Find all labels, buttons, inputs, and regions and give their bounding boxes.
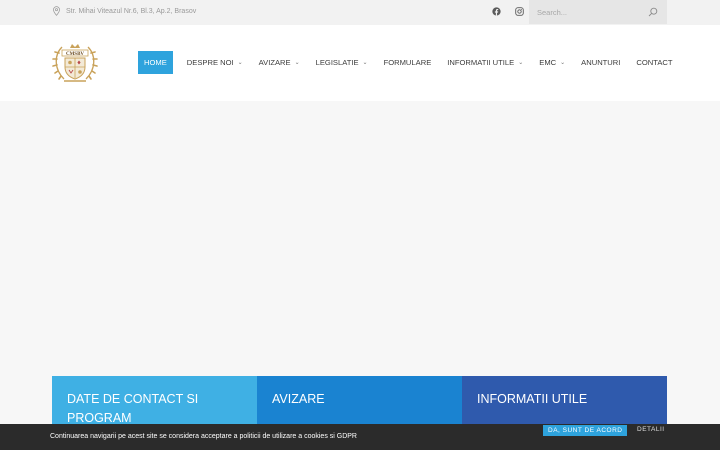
main-nav: HOME DESPRE NOI ⌄ AVIZARE ⌄ LEGISLATIE ⌄ FORMUL… <box>138 51 681 74</box>
nav-label: LEGISLATIE <box>315 58 359 67</box>
nav-item-informatii-utile[interactable]: INFORMATII UTILE ⌄ <box>439 51 531 74</box>
card-title: INFORMATII UTILE <box>477 392 588 406</box>
card-title: DATE DE CONTACT SI PROGRAM <box>67 392 199 425</box>
nav-label: DESPRE NOI <box>186 58 234 67</box>
nav-item-avizare[interactable]: AVIZARE ⌄ <box>251 51 308 74</box>
logo-emblem: CMSBV <box>52 44 98 82</box>
instagram-icon <box>514 6 524 16</box>
chevron-down-icon: ⌄ <box>518 60 524 66</box>
site-header: CMSBV HOME DESPRE NOI ⌄ AVIZARE ⌄ LEGISLATIE ⌄… <box>0 25 720 101</box>
nav-label: EMC <box>539 58 557 67</box>
cookie-banner: Continuarea navigarii pe acest site se c… <box>0 424 720 450</box>
chevron-down-icon: ⌄ <box>560 60 566 66</box>
address-text: Str. Mihai Viteazul Nr.6, Bl.3, Ap.2, Br… <box>66 7 197 15</box>
nav-item-anunturi[interactable]: ANUNTURI <box>573 51 628 74</box>
nav-item-home[interactable]: HOME <box>138 51 173 74</box>
instagram-link[interactable] <box>514 6 524 16</box>
top-bar: Str. Mihai Viteazul Nr.6, Bl.3, Ap.2, Br… <box>0 0 720 25</box>
chevron-down-icon: ⌄ <box>294 60 300 66</box>
facebook-link[interactable] <box>491 6 501 16</box>
search-box <box>529 0 667 24</box>
map-pin-icon <box>53 6 60 16</box>
nav-label: FORMULARE <box>383 58 432 67</box>
nav-item-despre-noi[interactable]: DESPRE NOI ⌄ <box>179 51 251 74</box>
nav-item-emc[interactable]: EMC ⌄ <box>531 51 573 74</box>
nav-item-legislatie[interactable]: LEGISLATIE ⌄ <box>308 51 376 74</box>
search-input[interactable] <box>537 5 637 19</box>
cookie-accept-button[interactable]: DA, SUNT DE ACORD <box>543 425 628 436</box>
nav-label: AVIZARE <box>258 58 291 67</box>
chevron-down-icon: ⌄ <box>362 60 368 66</box>
facebook-icon <box>491 6 501 16</box>
logo-text: CMSBV <box>66 52 84 57</box>
hero-slider <box>0 101 720 376</box>
nav-label: ANUNTURI <box>581 58 621 67</box>
nav-label: HOME <box>144 58 167 67</box>
address: Str. Mihai Viteazul Nr.6, Bl.3, Ap.2, Br… <box>52 6 196 16</box>
cookie-text: Continuarea navigarii pe acest site se c… <box>50 433 357 440</box>
card-title: AVIZARE <box>272 392 325 406</box>
site-logo[interactable]: CMSBV <box>50 41 100 85</box>
nav-item-contact[interactable]: CONTACT <box>628 51 680 74</box>
cookie-details-link[interactable]: DETALII <box>637 426 665 433</box>
chevron-down-icon: ⌄ <box>237 60 243 66</box>
nav-item-formulare[interactable]: FORMULARE <box>376 51 440 74</box>
nav-label: INFORMATII UTILE <box>447 58 515 67</box>
search-icon[interactable] <box>648 7 658 17</box>
nav-label: CONTACT <box>636 58 673 67</box>
